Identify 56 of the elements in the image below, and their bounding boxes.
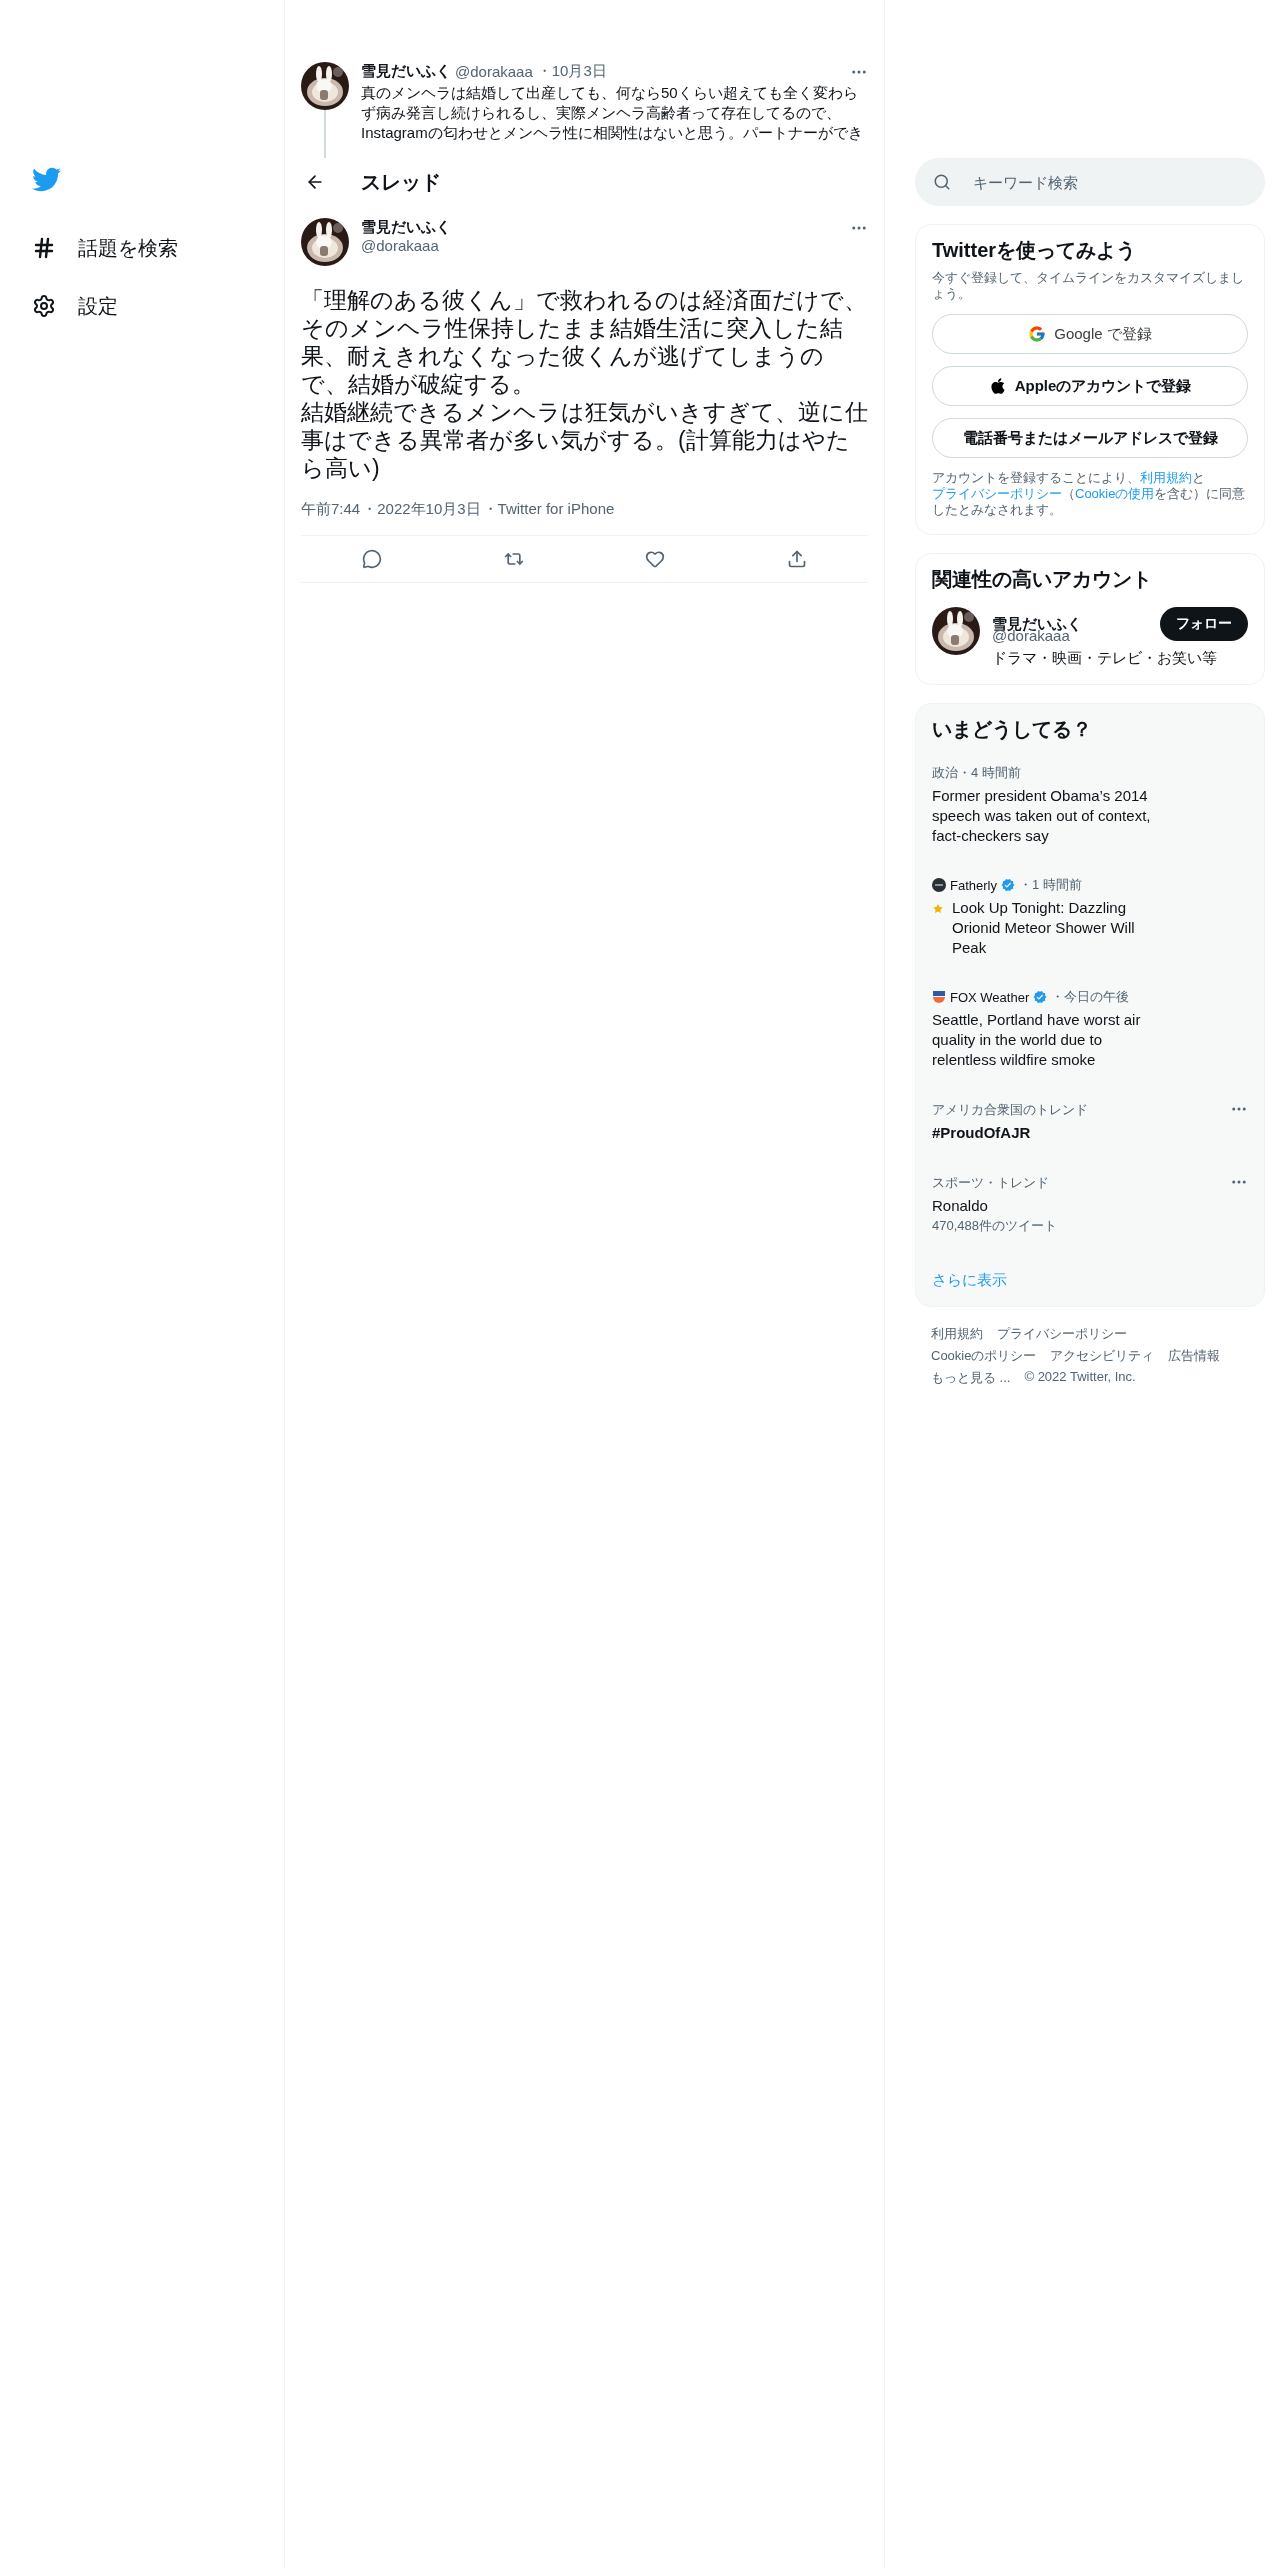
tweet-text: 「理解のある彼くん」で救われるのは経済面だけで、そのメンヘラ性保持したまま結婚生活に突入した結果、耐えきれなくなった彼くんが逃げてしまうので、結婚が破綻する。 [301, 286, 868, 398]
settings-icon [32, 294, 56, 318]
author-handle: @dorakaaa [455, 63, 533, 80]
tweet-text: 真のメンヘラは結婚して出産しても、何なら50くらい超えても全く変わらず病み発言し続けられるし、実際メンヘラ高齢者って存在してるので、Instagramの匂わせとメンヘラ性に相関性はないと思う。パートナーができ [361, 83, 864, 143]
card-title: Twitterを使ってみよう [932, 238, 1138, 263]
tweet-meta: 午前7:44 [301, 500, 361, 519]
footer-link[interactable]: 広告情報 [1168, 1347, 1221, 1365]
footer-link[interactable]: プライバシーポリシー [997, 1325, 1127, 1343]
source-name: Fatherly [950, 877, 997, 893]
author-name: 雪見だいふく [361, 62, 451, 81]
share-icon [787, 549, 808, 569]
trend-time: ・今日の午後 [1051, 988, 1130, 1006]
signup-button[interactable]: Google で登録 [932, 314, 1248, 354]
nav-link[interactable]: 話題を検索 [32, 230, 284, 266]
terms-text: アカウントを登録することにより、利用規約 と プライバシーポリシー（Cookieの使用を含む）に同意したとみなされます。 [932, 470, 1247, 518]
follow-button[interactable]: フォロー [1160, 607, 1248, 641]
trend-title[interactable]: Ronaldo [932, 1196, 1162, 1216]
search-icon [933, 173, 951, 191]
tweet-meta: ・2022年10月3日 [362, 500, 481, 519]
card-subtitle: 今すぐ登録して、タイムラインをカスタマイズしましょう。 [932, 270, 1245, 302]
trend-headline[interactable]: Former president Obama’s 2014 speech was taken out of context, fact-checkers say [932, 786, 1162, 846]
footer-link[interactable]: © 2022 Twitter, Inc. [1024, 1369, 1136, 1387]
card-title: 関連性の高いアカウント [932, 567, 1153, 592]
tweet-date: ・10月3日 [536, 62, 607, 81]
trend-time: ・1 時間前 [1018, 876, 1082, 894]
trend-context: アメリカ合衆国のトレンド [932, 1102, 1088, 1117]
footer-link[interactable]: アクセシビリティ [1050, 1347, 1155, 1365]
footer-link[interactable]: もっと見る ... [931, 1369, 1011, 1387]
google-icon [1028, 325, 1047, 343]
tweet-meta: ・Twitter for iPhone [482, 500, 615, 519]
signup-button[interactable]: 電話番号またはメールアドレスで登録 [932, 418, 1248, 458]
trend-count: 470,488件のツイート [932, 1218, 1057, 1233]
tweet-text: 結婚継続できるメンヘラは狂気がいきすぎて、逆に仕事はできる異常者が多い気がする。(計算能力はやたら高い) [301, 398, 868, 482]
source-logo-icon [932, 878, 946, 892]
hashtag-icon [32, 236, 56, 260]
trend-headline[interactable]: Look Up Tonight: Dazzling Orionid Meteor Shower Will Peak [952, 898, 1168, 958]
footer-link[interactable]: Cookieのポリシー [931, 1347, 1037, 1365]
account-bio: ドラマ・映画・テレビ・お笑い等 [992, 649, 1217, 666]
footer-link[interactable]: 利用規約 [931, 1325, 983, 1343]
page-title: スレッド [361, 169, 441, 195]
trend-context: スポーツ・トレンド [932, 1175, 1049, 1190]
trend-headline[interactable]: Seattle, Portland have worst air quality in the world due to relentless wildfire smoke [932, 1010, 1162, 1070]
author-name: 雪見だいふく [361, 218, 451, 237]
search-field[interactable]: キーワード検索 [915, 158, 1265, 206]
nav-link[interactable]: 設定 [32, 288, 284, 324]
source-logo-icon [932, 990, 946, 1004]
author-handle: @dorakaaa [361, 237, 439, 254]
reply-icon [361, 549, 382, 569]
apple-icon [988, 377, 1007, 395]
source-name: FOX Weather [950, 989, 1030, 1005]
card-title: いまどうしてる？ [932, 717, 1093, 742]
trend-title[interactable]: #ProudOfAJR [932, 1123, 1162, 1143]
heart-icon [645, 549, 666, 569]
twitter-logo-icon[interactable] [32, 165, 61, 194]
signup-button[interactable]: Appleのアカウントで登録 [932, 366, 1248, 406]
trend-context: 政治・4 時間前 [932, 765, 1021, 780]
